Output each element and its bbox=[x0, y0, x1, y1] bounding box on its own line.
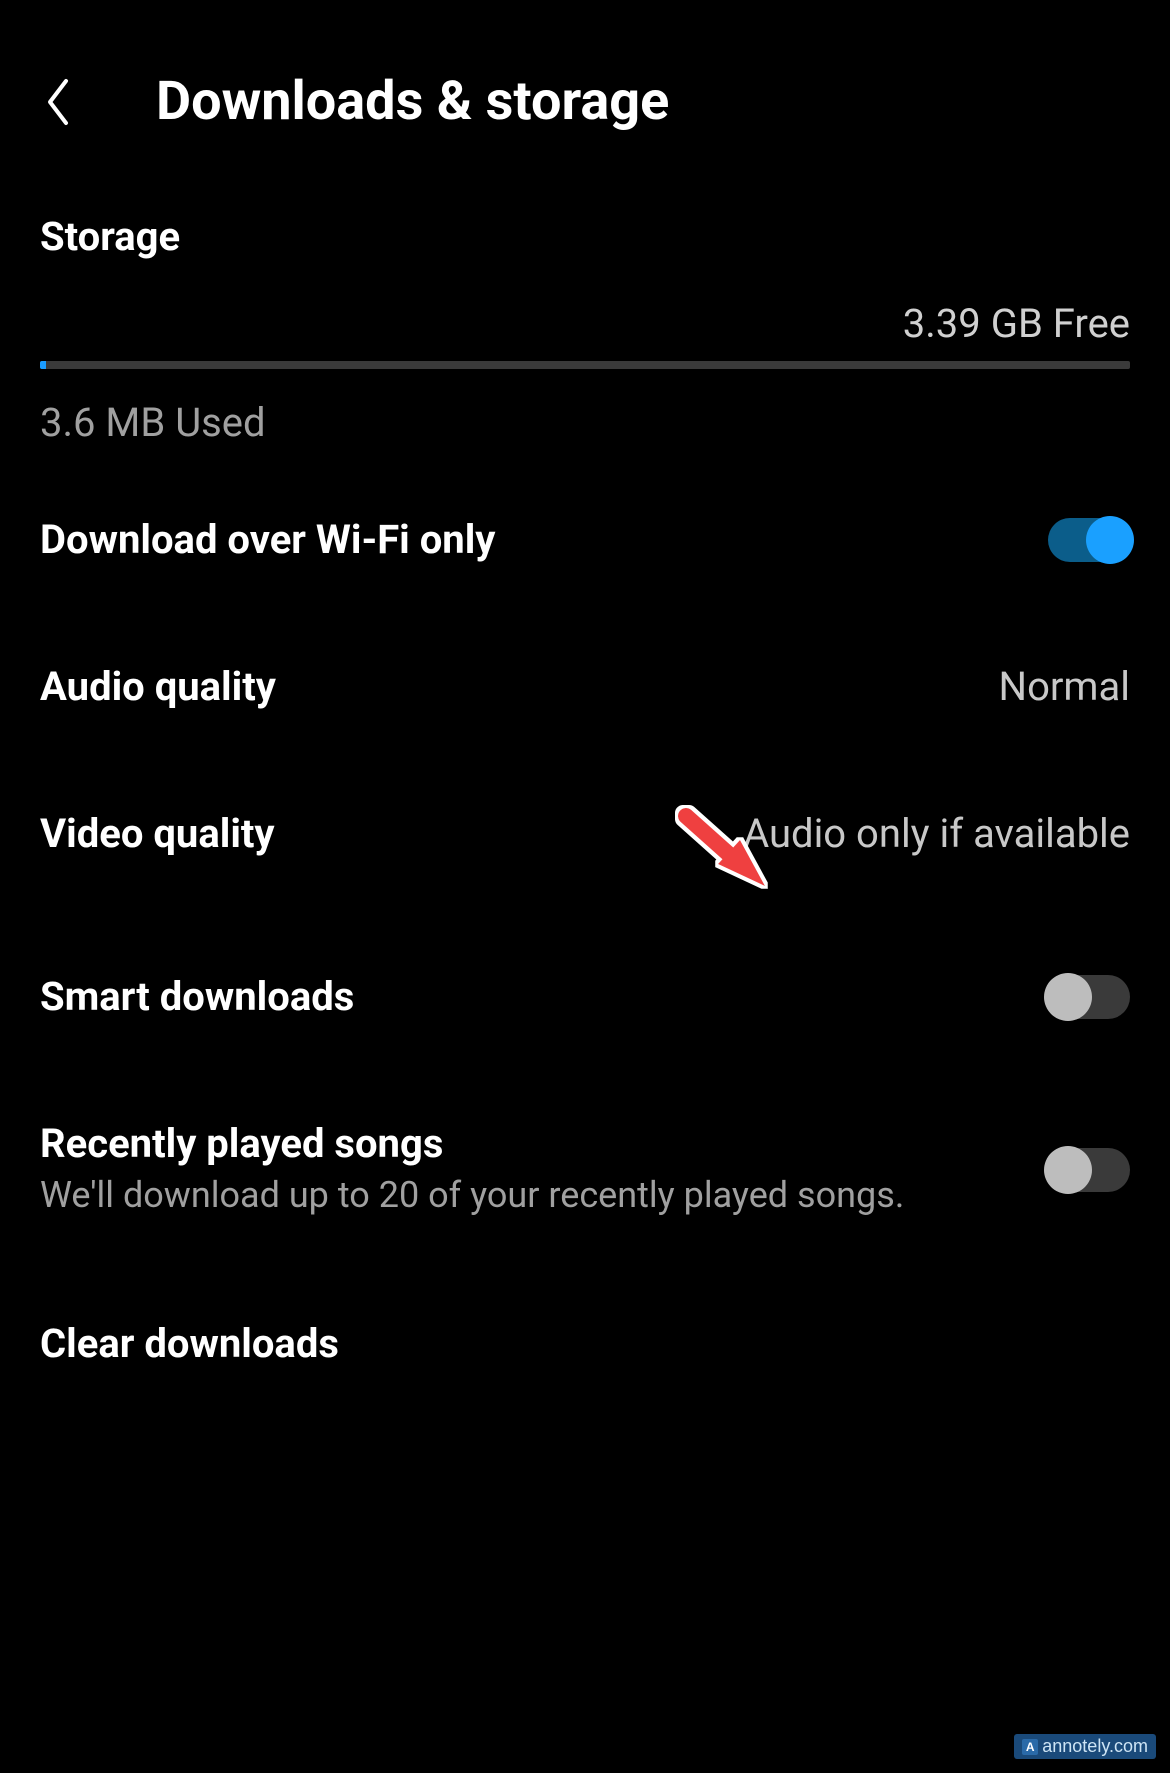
page-title: Downloads & storage bbox=[156, 70, 669, 133]
storage-bar-fill bbox=[40, 361, 46, 369]
clear-downloads-row[interactable]: Clear downloads bbox=[0, 1270, 1170, 1417]
video-quality-row[interactable]: Video quality Audio only if available bbox=[0, 760, 1170, 907]
wifi-only-row[interactable]: Download over Wi-Fi only bbox=[0, 466, 1170, 613]
recently-played-text: Recently played songs We'll download up … bbox=[40, 1120, 1048, 1220]
recently-played-row[interactable]: Recently played songs We'll download up … bbox=[0, 1070, 1170, 1270]
watermark: A annotely.com bbox=[1014, 1734, 1156, 1759]
smart-downloads-toggle[interactable] bbox=[1048, 975, 1130, 1019]
storage-label: Storage bbox=[40, 213, 1130, 260]
storage-block: 3.39 GB Free 3.6 MB Used bbox=[40, 300, 1130, 446]
recently-played-toggle[interactable] bbox=[1048, 1148, 1130, 1192]
header: Downloads & storage bbox=[0, 0, 1170, 173]
toggle-knob bbox=[1044, 1146, 1092, 1194]
audio-quality-row[interactable]: Audio quality Normal bbox=[0, 613, 1170, 760]
audio-quality-label: Audio quality bbox=[40, 663, 276, 710]
watermark-text: annotely.com bbox=[1042, 1736, 1148, 1757]
smart-downloads-label: Smart downloads bbox=[40, 973, 354, 1020]
video-quality-label: Video quality bbox=[40, 810, 275, 857]
storage-bar bbox=[40, 361, 1130, 369]
wifi-only-toggle[interactable] bbox=[1048, 518, 1130, 562]
toggle-knob bbox=[1044, 973, 1092, 1021]
clear-downloads-label: Clear downloads bbox=[40, 1320, 339, 1367]
video-quality-value: Audio only if available bbox=[743, 810, 1130, 857]
back-icon[interactable] bbox=[40, 72, 76, 132]
storage-used-text: 3.6 MB Used bbox=[40, 399, 1130, 446]
storage-free-text: 3.39 GB Free bbox=[40, 300, 1130, 347]
audio-quality-value: Normal bbox=[999, 663, 1130, 710]
smart-downloads-row[interactable]: Smart downloads bbox=[0, 907, 1170, 1070]
recently-played-subtitle: We'll download up to 20 of your recently… bbox=[40, 1171, 1018, 1220]
toggle-knob bbox=[1086, 516, 1134, 564]
recently-played-label: Recently played songs bbox=[40, 1120, 1018, 1167]
watermark-logo-icon: A bbox=[1022, 1739, 1038, 1755]
storage-section: Storage 3.39 GB Free 3.6 MB Used bbox=[0, 173, 1170, 446]
wifi-only-label: Download over Wi-Fi only bbox=[40, 516, 495, 563]
